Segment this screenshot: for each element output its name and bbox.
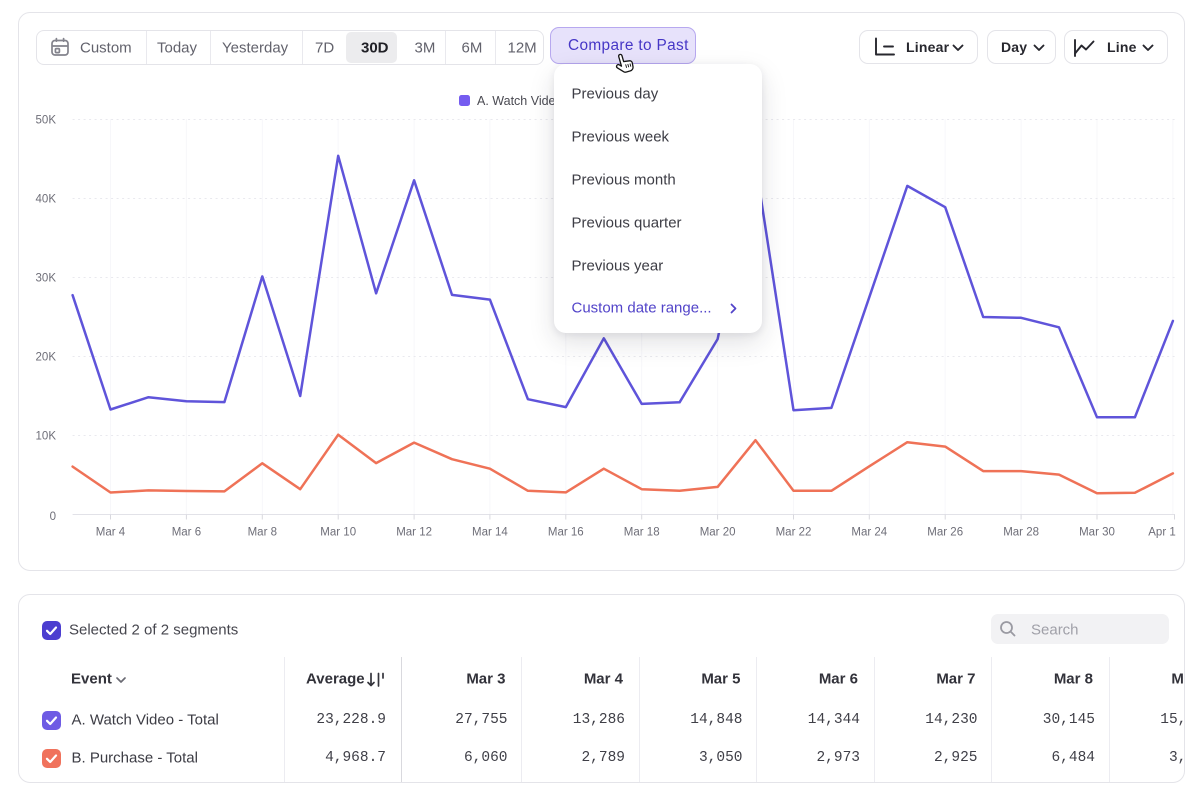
svg-text:Mar 4: Mar 4 — [96, 527, 126, 539]
svg-text:10K: 10K — [36, 431, 57, 443]
svg-text:Mar 12: Mar 12 — [396, 527, 432, 539]
svg-text:Mar 16: Mar 16 — [548, 527, 584, 539]
svg-text:0: 0 — [50, 511, 56, 523]
svg-text:30K: 30K — [36, 273, 57, 285]
svg-text:40K: 40K — [36, 194, 57, 206]
svg-text:Mar 6: Mar 6 — [172, 527, 201, 539]
svg-text:Mar 30: Mar 30 — [1079, 527, 1115, 539]
svg-text:Mar 14: Mar 14 — [472, 527, 508, 539]
svg-text:Mar 20: Mar 20 — [700, 527, 736, 539]
svg-text:Mar 8: Mar 8 — [248, 527, 277, 539]
svg-text:Mar 22: Mar 22 — [776, 527, 812, 539]
svg-text:20K: 20K — [36, 352, 57, 364]
svg-text:Mar 24: Mar 24 — [851, 527, 887, 539]
svg-text:Apr 1: Apr 1 — [1148, 527, 1176, 539]
svg-text:Mar 26: Mar 26 — [927, 527, 963, 539]
svg-text:Mar 10: Mar 10 — [320, 527, 356, 539]
svg-text:Mar 28: Mar 28 — [1003, 527, 1039, 539]
svg-text:50K: 50K — [36, 115, 57, 127]
svg-text:Mar 18: Mar 18 — [624, 527, 660, 539]
